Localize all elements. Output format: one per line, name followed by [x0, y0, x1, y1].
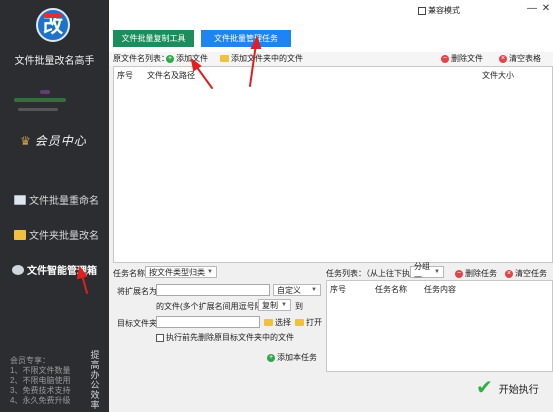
arrow-to-manage-tab — [249, 43, 257, 87]
annotation-arrows — [76, 35, 262, 294]
arrow-to-add-file — [195, 65, 213, 89]
arrow-head — [76, 265, 88, 280]
arrow-head — [250, 35, 262, 49]
